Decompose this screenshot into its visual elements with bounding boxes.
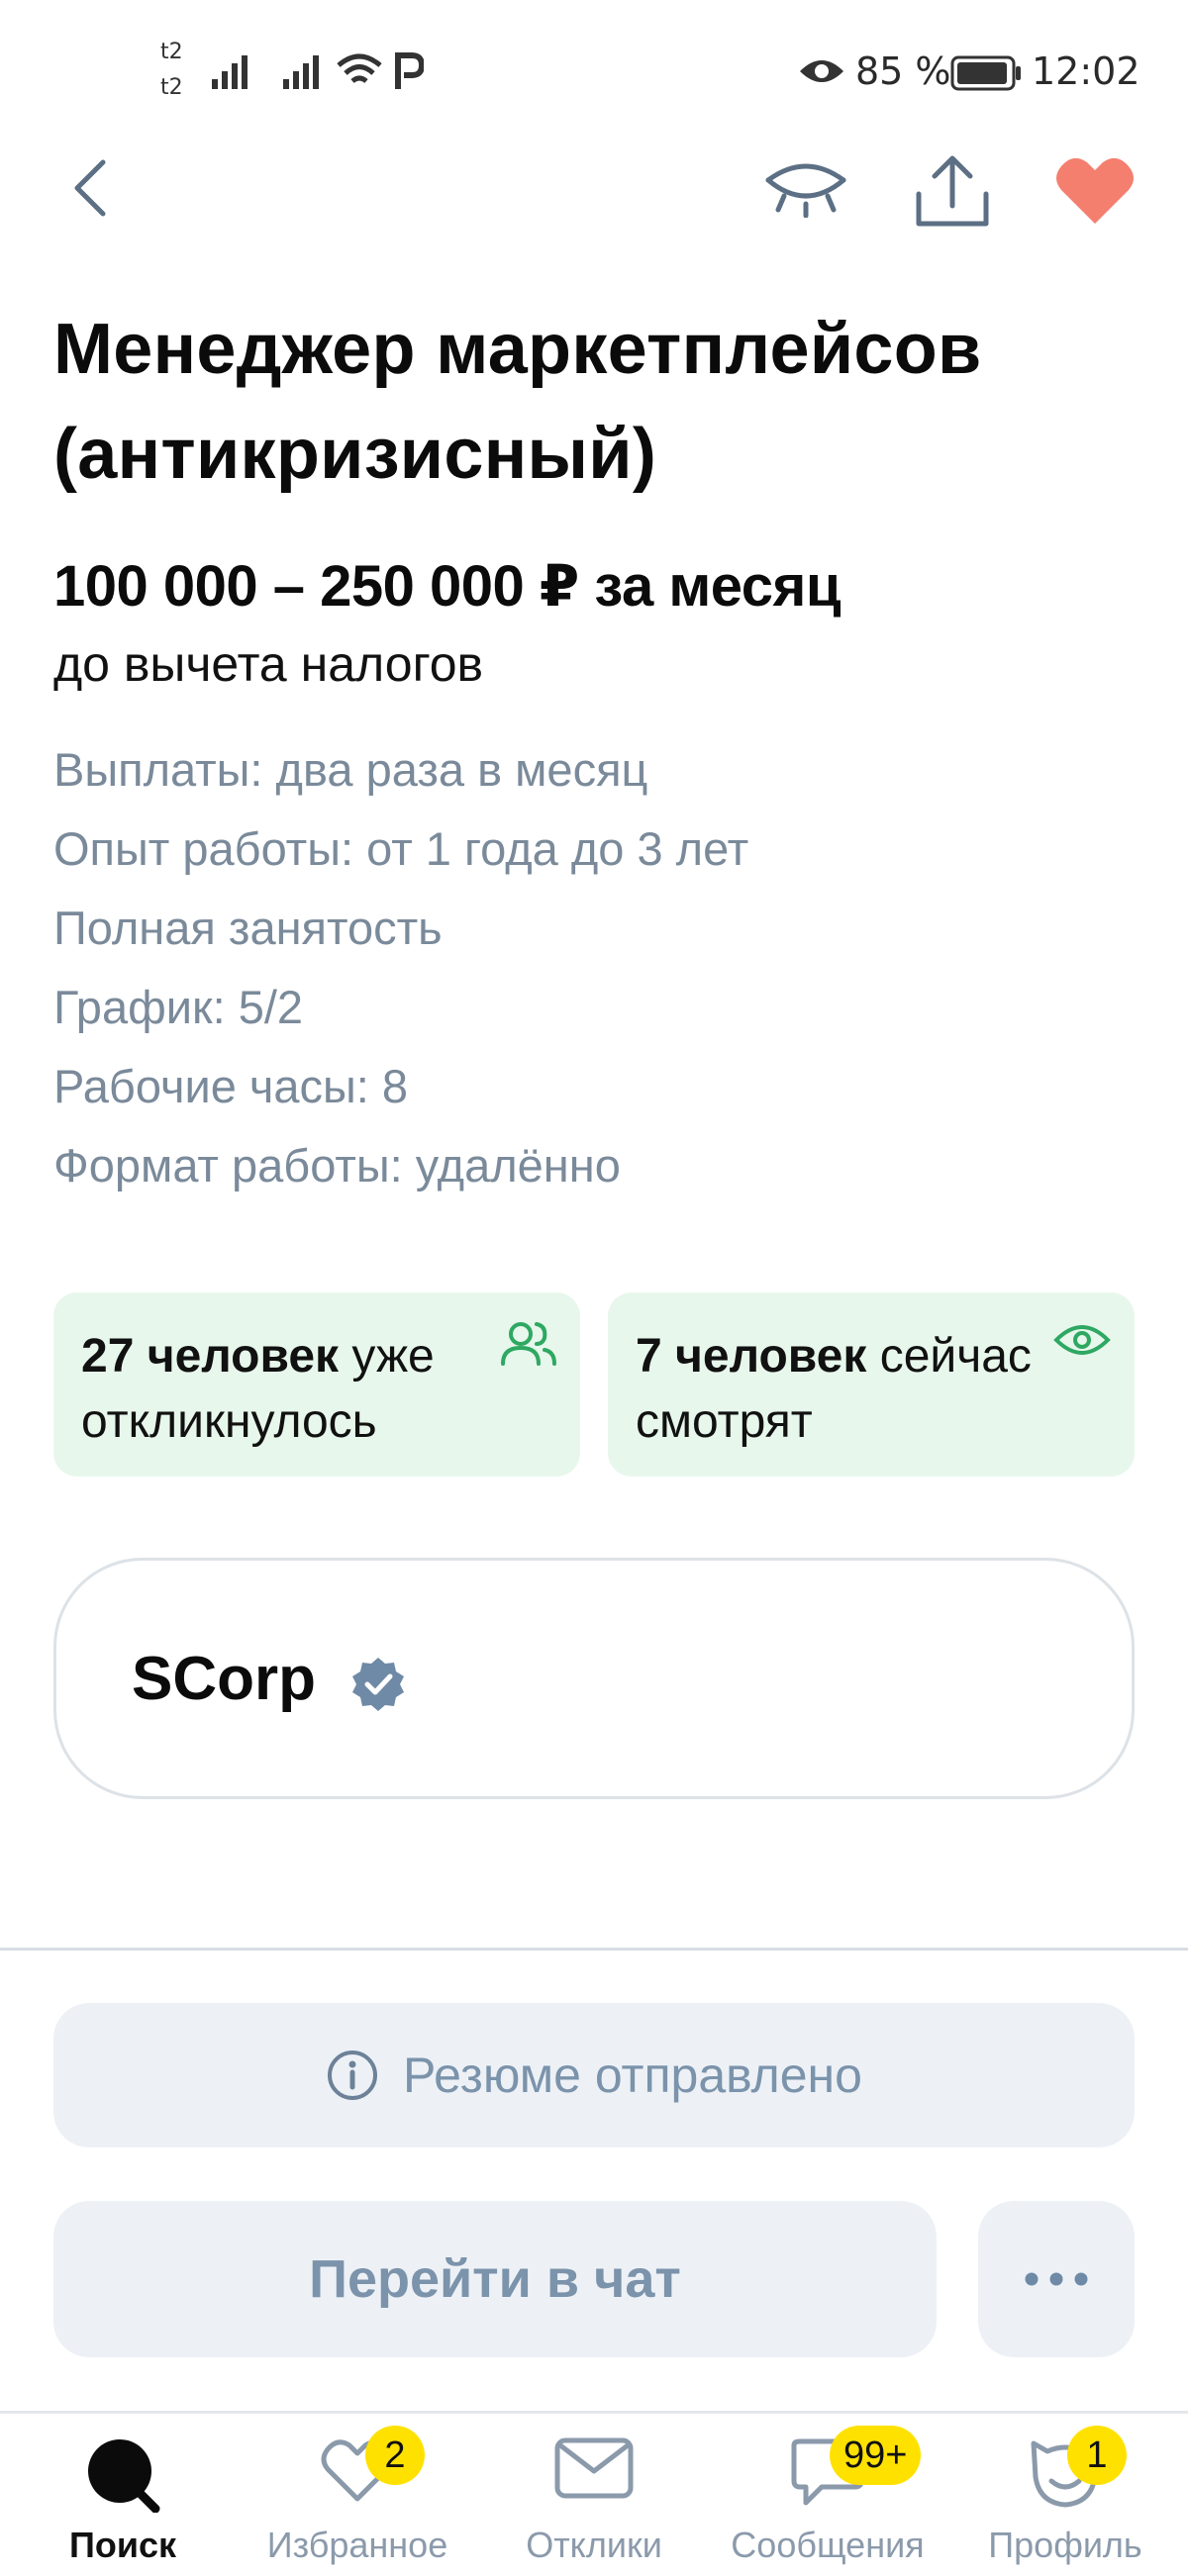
favorite-button[interactable] <box>1049 148 1140 232</box>
heart-icon <box>1056 157 1134 224</box>
search-icon <box>88 2439 160 2513</box>
wifi-icon <box>337 53 382 83</box>
responded-card: 27 человек уже откликнулось <box>53 1292 580 1477</box>
eye-icon <box>1053 1325 1111 1355</box>
signal-icon <box>212 55 248 89</box>
clipped-heading-glyphs <box>53 1920 1043 1950</box>
tab-search-label: Поиск <box>68 2525 177 2565</box>
vacancy-title-line1: Менеджер маркетплейсов <box>53 310 982 389</box>
company-card[interactable]: SCorp <box>53 1558 1135 1799</box>
carrier-label-1: t2 <box>160 40 183 64</box>
battery-percent: 85 % <box>855 49 951 93</box>
detail-schedule: График: 5/2 <box>53 981 304 1033</box>
tab-favorites[interactable]: 2 Избранное <box>248 2414 466 2576</box>
viewing-count: 7 человек <box>636 1330 867 1383</box>
info-icon <box>328 2051 378 2100</box>
battery-icon <box>950 55 1021 91</box>
tab-search[interactable]: Поиск <box>14 2414 232 2576</box>
tab-responses-label: Отклики <box>526 2525 662 2565</box>
detail-work-format: Формат работы: удалённо <box>53 1139 621 1192</box>
favorites-badge: 2 <box>365 2426 425 2485</box>
vacancy-details: Выплаты: два раза в месяц Опыт работы: о… <box>53 740 748 1215</box>
share-icon <box>916 155 989 227</box>
go-to-chat-button[interactable]: Перейти в чат <box>53 2201 937 2357</box>
resume-sent-status: Резюме отправлено <box>53 2003 1135 2147</box>
tab-favorites-label: Избранное <box>266 2525 448 2565</box>
people-icon <box>501 1322 556 1366</box>
vacancy-title-line2: (антикризисный) <box>53 415 657 494</box>
responded-count: 27 человек <box>81 1330 340 1383</box>
hide-vacancy-button[interactable] <box>758 148 853 228</box>
profile-badge: 1 <box>1067 2426 1127 2485</box>
tax-note: до вычета налогов <box>53 636 484 692</box>
resume-sent-label: Резюме отправлено <box>403 2048 862 2103</box>
company-name: SCorp <box>132 1645 316 1713</box>
salary: 100 000 – 250 000 ₽ за месяц <box>53 554 841 619</box>
bottom-tab-bar: Поиск 2 Избранное Отклики 99+ Сообщения … <box>0 2411 1188 2573</box>
viewing-card: 7 человек сейчас смотрят <box>608 1292 1135 1477</box>
chevron-left-icon <box>74 159 106 217</box>
detail-experience: Опыт работы: от 1 года до 3 лет <box>53 822 749 875</box>
clock: 12:02 <box>1032 49 1140 93</box>
envelope-icon <box>554 2437 634 2499</box>
tab-profile-label: Профиль <box>988 2525 1142 2565</box>
eye-closed-icon <box>765 163 846 218</box>
vacancy-title: Менеджер маркетплейсов (антикризисный) <box>53 297 1142 507</box>
detail-payments: Выплаты: два раза в месяц <box>53 743 648 796</box>
share-button[interactable] <box>905 148 1000 236</box>
tab-messages[interactable]: 99+ Сообщения <box>719 2414 937 2576</box>
status-bar: t2 t2 85 % 12:02 <box>0 0 1188 148</box>
more-dots-icon <box>1025 2272 1088 2286</box>
eye-status-icon <box>800 60 843 82</box>
viewing-text: 7 человек сейчас смотрят <box>636 1324 1041 1455</box>
responded-text: 27 человек уже откликнулось <box>81 1324 487 1455</box>
back-button[interactable] <box>50 148 129 228</box>
section-heading-clipped <box>53 1920 1043 1950</box>
more-button[interactable] <box>978 2201 1135 2357</box>
tab-responses[interactable]: Отклики <box>485 2414 703 2576</box>
carrier-label-2: t2 <box>160 75 183 100</box>
detail-hours: Рабочие часы: 8 <box>53 1060 409 1112</box>
messages-badge: 99+ <box>830 2426 922 2485</box>
verified-badge-icon <box>352 1658 404 1711</box>
tab-profile[interactable]: 1 Профиль <box>956 2414 1174 2576</box>
detail-employment: Полная занятость <box>53 902 443 954</box>
tab-messages-label: Сообщения <box>731 2525 925 2565</box>
app-notification-icon <box>395 52 424 89</box>
signal-icon-2 <box>283 55 319 89</box>
